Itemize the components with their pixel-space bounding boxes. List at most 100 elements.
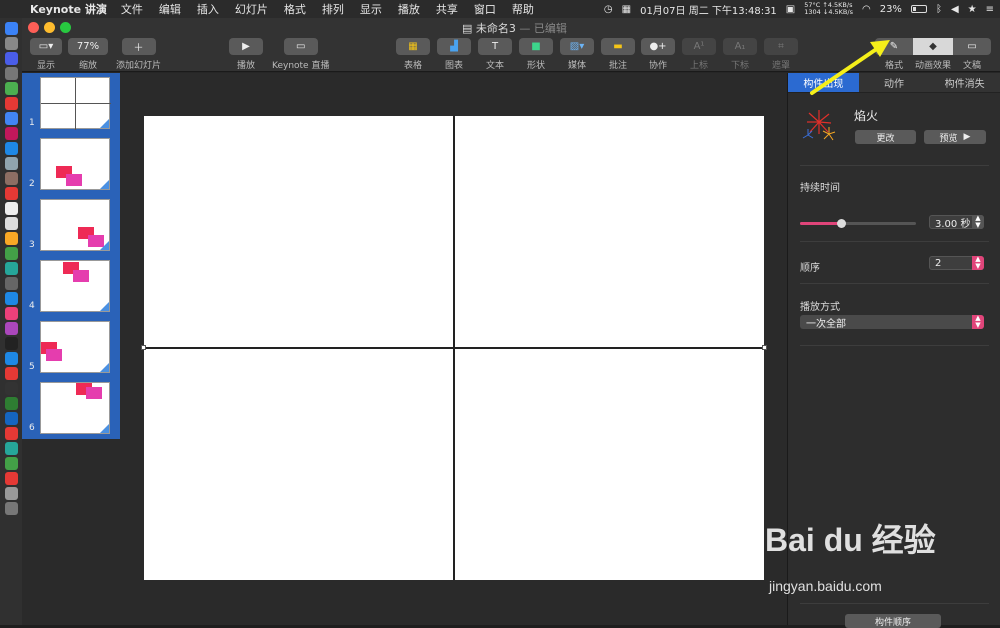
android-icon[interactable]	[4, 82, 18, 95]
table-tool[interactable]: ▦ 表格	[396, 38, 430, 71]
finder-icon[interactable]	[4, 22, 18, 35]
zoom-button[interactable]	[60, 22, 71, 33]
animate-tool[interactable]: ◆ 动画效果	[913, 38, 953, 71]
slide-thumbnail[interactable]: 5	[29, 321, 110, 373]
bluetooth-icon[interactable]: ᛒ	[936, 4, 942, 15]
tab-build-out[interactable]: 构件消失	[929, 73, 1000, 92]
menu-share[interactable]: 共享	[436, 1, 458, 17]
menu-list-icon[interactable]: ≡	[986, 4, 994, 15]
preview-button[interactable]: 预览 ▶	[924, 130, 986, 144]
app-icon[interactable]	[4, 127, 18, 140]
menu-slide[interactable]: 幻灯片	[235, 1, 268, 17]
superscript-tool[interactable]: A¹ 上标	[682, 38, 716, 71]
notes-icon[interactable]	[4, 202, 18, 215]
clock-icon[interactable]: ◷	[604, 4, 613, 15]
stepper-arrows-icon[interactable]: ▲ ▼	[972, 215, 984, 229]
selection-handle-right[interactable]	[762, 345, 767, 350]
battery-icon[interactable]	[910, 5, 927, 13]
play-icon[interactable]: ▶	[229, 38, 263, 55]
music-icon[interactable]	[4, 307, 18, 320]
order-stepper[interactable]: 2 ▲ ▼	[929, 256, 984, 270]
menu-view[interactable]: 显示	[360, 1, 382, 17]
menu-help[interactable]: 帮助	[512, 1, 534, 17]
keynote-icon[interactable]	[4, 292, 18, 305]
stepper-arrows-icon[interactable]: ▲ ▼	[972, 256, 984, 270]
subscript-icon[interactable]: A₁	[723, 38, 757, 55]
facetime-icon[interactable]	[4, 262, 18, 275]
trash-icon[interactable]	[4, 502, 18, 515]
app-icon[interactable]	[4, 112, 18, 125]
superscript-icon[interactable]: A¹	[682, 38, 716, 55]
siri-icon[interactable]	[4, 37, 18, 50]
menu-arrange[interactable]: 排列	[322, 1, 344, 17]
add-slide-tool[interactable]: ＋ 添加幻灯片	[116, 38, 161, 71]
chrome-icon[interactable]	[4, 97, 18, 110]
star-icon[interactable]: ★	[968, 4, 977, 15]
photos-icon[interactable]	[4, 232, 18, 245]
shape-icon[interactable]: ■	[519, 38, 553, 55]
slide-thumbnail[interactable]: 3	[29, 199, 110, 251]
menu-edit[interactable]: 编辑	[159, 1, 181, 17]
view-tool[interactable]: ▭▾ 显示	[30, 38, 62, 71]
slide-thumbnail[interactable]: 4	[29, 260, 110, 312]
close-button[interactable]	[28, 22, 39, 33]
podcasts-icon[interactable]	[4, 322, 18, 335]
document-icon[interactable]: ▭	[953, 38, 991, 55]
comment-icon[interactable]: ▬	[601, 38, 635, 55]
stats-widget[interactable]: 57°C ↑4.5KB/s 1304 ↓4.5KB/s	[804, 2, 853, 16]
slide-thumbnail[interactable]: 2	[29, 138, 110, 190]
document-icon[interactable]	[4, 487, 18, 500]
zoom-tool[interactable]: 77% 缩放	[68, 38, 108, 71]
preview-icon[interactable]	[4, 157, 18, 170]
reminders-icon[interactable]	[4, 217, 18, 230]
netease-music-icon[interactable]	[4, 472, 18, 485]
delivery-select[interactable]: 一次全部 ▲ ▼	[800, 315, 984, 330]
vpn-icon[interactable]	[4, 412, 18, 425]
app-icon[interactable]	[4, 172, 18, 185]
mask-tool[interactable]: ⌗ 遮罩	[764, 38, 798, 71]
messages-icon[interactable]	[4, 247, 18, 260]
yandex-icon[interactable]	[4, 427, 18, 440]
calendar-icon[interactable]	[4, 187, 18, 200]
current-slide[interactable]	[141, 116, 767, 580]
zoom-value[interactable]: 77%	[68, 38, 108, 55]
menu-play[interactable]: 播放	[398, 1, 420, 17]
shape-tool[interactable]: ■ 形状	[519, 38, 553, 71]
collab-icon[interactable]: ●+	[641, 38, 675, 55]
wechat-icon[interactable]	[4, 457, 18, 470]
text-tool[interactable]: T 文本	[478, 38, 512, 71]
app-icon[interactable]	[4, 277, 18, 290]
document-tool[interactable]: ▭ 文稿	[953, 38, 991, 71]
slide-thumbnail[interactable]: 1	[29, 77, 111, 130]
keynote-live-icon[interactable]: ▭	[283, 38, 318, 55]
text-icon[interactable]: T	[478, 38, 512, 55]
slider-knob[interactable]	[836, 219, 846, 228]
battery-percent[interactable]: 23%	[880, 4, 902, 15]
plus-icon[interactable]: ＋	[121, 38, 156, 55]
launchpad-icon[interactable]	[4, 52, 18, 65]
animate-icon[interactable]: ◆	[913, 38, 953, 55]
table-icon[interactable]: ▦	[396, 38, 430, 55]
build-order-button[interactable]: 构件顺序	[845, 614, 941, 628]
mask-icon[interactable]: ⌗	[764, 38, 798, 55]
save-icon[interactable]: ▣	[786, 4, 795, 15]
menu-window[interactable]: 窗口	[474, 1, 496, 17]
comment-tool[interactable]: ▬ 批注	[601, 38, 635, 71]
view-menu-icon[interactable]: ▭▾	[30, 38, 62, 55]
app-icon[interactable]	[4, 142, 18, 155]
chart-icon[interactable]: ▟	[437, 38, 471, 55]
media-tool[interactable]: ▨▾ 媒体	[560, 38, 594, 71]
app-icon[interactable]	[4, 442, 18, 455]
safari-icon[interactable]	[4, 67, 18, 80]
tv-icon[interactable]	[4, 337, 18, 350]
wifi-icon[interactable]: ◠	[862, 4, 871, 15]
subscript-tool[interactable]: A₁ 下标	[723, 38, 757, 71]
volume-icon[interactable]: ◀	[951, 4, 959, 15]
play-tool[interactable]: ▶ 播放	[229, 38, 263, 71]
calendar-icon[interactable]: ▦	[622, 4, 631, 15]
terminal-icon[interactable]	[4, 382, 18, 395]
datetime[interactable]: 01月07日 周二 下午13:48:31	[640, 2, 777, 17]
app-menu[interactable]: Keynote 讲演	[30, 1, 107, 17]
order-value[interactable]: 2	[935, 258, 941, 269]
menu-insert[interactable]: 插入	[197, 1, 219, 17]
